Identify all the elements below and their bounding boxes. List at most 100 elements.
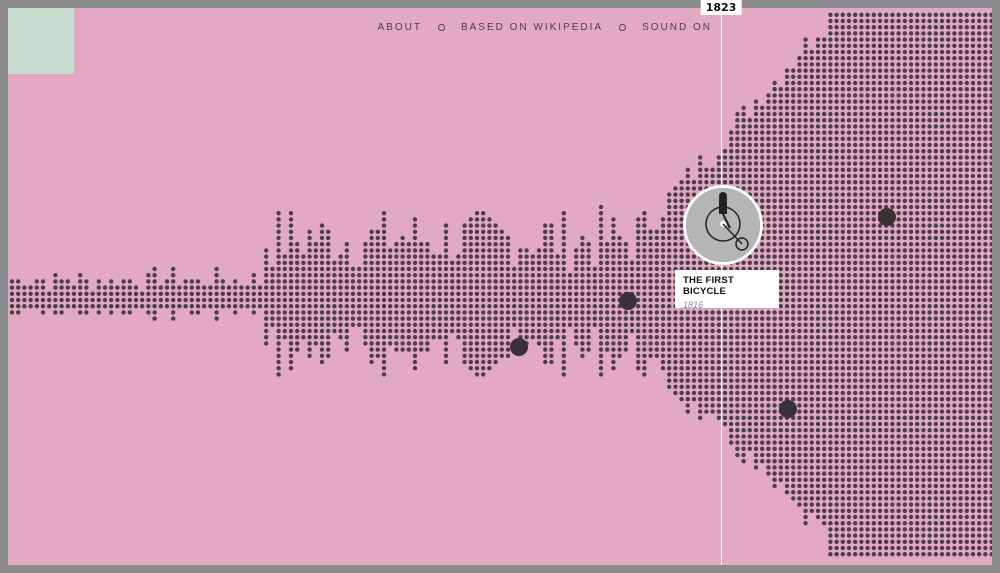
timeline-dot[interactable] (239, 285, 244, 290)
timeline-dot[interactable] (208, 304, 213, 309)
timeline-dot[interactable] (375, 235, 380, 241)
timeline-dot[interactable] (778, 397, 783, 402)
timeline-dot[interactable] (828, 341, 833, 346)
timeline-dot[interactable] (722, 335, 728, 340)
timeline-dot[interactable] (939, 403, 945, 408)
timeline-dot[interactable] (865, 211, 870, 216)
timeline-dot[interactable] (555, 322, 560, 327)
timeline-dot[interactable] (970, 421, 976, 427)
timeline-dot[interactable] (970, 43, 976, 48)
timeline-dot[interactable] (778, 130, 783, 135)
timeline-dot[interactable] (375, 279, 380, 284)
timeline-dot[interactable] (53, 310, 58, 315)
timeline-dot[interactable] (363, 341, 368, 346)
timeline-dot[interactable] (437, 310, 442, 315)
timeline-dot[interactable] (921, 62, 926, 67)
timeline-dot[interactable] (952, 130, 957, 135)
timeline-dot[interactable] (381, 347, 387, 352)
timeline-dot[interactable] (673, 322, 678, 327)
timeline-dot[interactable] (939, 118, 945, 123)
timeline-dot[interactable] (722, 366, 728, 371)
timeline-dot[interactable] (921, 335, 926, 340)
timeline-dot[interactable] (877, 328, 883, 334)
timeline-dot[interactable] (952, 384, 957, 389)
timeline-dot[interactable] (933, 192, 938, 197)
timeline-dot[interactable] (419, 260, 424, 265)
timeline-dot[interactable] (877, 25, 883, 30)
timeline-dot[interactable] (890, 136, 895, 141)
timeline-dot[interactable] (127, 285, 132, 290)
timeline-dot[interactable] (636, 291, 641, 296)
timeline-dot[interactable] (406, 260, 411, 265)
timeline-dot[interactable] (797, 105, 802, 111)
timeline-dot[interactable] (456, 322, 461, 327)
timeline-dot[interactable] (691, 341, 697, 346)
timeline-dot[interactable] (933, 434, 938, 439)
timeline-dot[interactable] (388, 310, 393, 315)
timeline-dot[interactable] (871, 56, 876, 61)
timeline-dot[interactable] (865, 390, 870, 396)
timeline-dot[interactable] (921, 68, 926, 73)
timeline-dot[interactable] (388, 328, 393, 334)
timeline-dot[interactable] (313, 266, 318, 272)
timeline-dot[interactable] (915, 490, 920, 495)
timeline-dot[interactable] (65, 304, 70, 309)
timeline-dot[interactable] (307, 347, 312, 352)
timeline-dot[interactable] (214, 291, 219, 296)
timeline-dot[interactable] (958, 56, 963, 61)
timeline-dot[interactable] (946, 328, 951, 334)
timeline-dot[interactable] (946, 378, 951, 383)
timeline-dot[interactable] (326, 322, 331, 327)
timeline-dot[interactable] (908, 62, 914, 67)
timeline-dot[interactable] (809, 291, 814, 296)
timeline-dot[interactable] (902, 533, 907, 538)
timeline-dot[interactable] (952, 93, 957, 98)
timeline-dot[interactable] (474, 322, 480, 327)
timeline-dot[interactable] (437, 335, 442, 340)
timeline-dot[interactable] (859, 316, 864, 321)
timeline-dot[interactable] (871, 446, 876, 451)
timeline-dot[interactable] (419, 341, 424, 346)
timeline-dot[interactable] (710, 310, 715, 315)
timeline-dot[interactable] (598, 254, 604, 259)
timeline-dot[interactable] (933, 186, 938, 191)
timeline-dot[interactable] (921, 390, 926, 396)
timeline-dot[interactable] (741, 397, 746, 402)
timeline-dot[interactable] (915, 248, 920, 253)
timeline-dot[interactable] (171, 304, 176, 309)
timeline-dot[interactable] (859, 155, 864, 160)
timeline-dot[interactable] (319, 285, 325, 290)
timeline-dot[interactable] (729, 409, 734, 414)
timeline-dot[interactable] (896, 397, 901, 402)
timeline-dot[interactable] (964, 111, 969, 117)
timeline-dot[interactable] (921, 465, 926, 470)
timeline-dot[interactable] (288, 316, 294, 321)
timeline-dot[interactable] (766, 440, 771, 445)
timeline-dot[interactable] (512, 266, 517, 272)
timeline-dot[interactable] (450, 285, 455, 290)
timeline-dot[interactable] (487, 235, 492, 241)
timeline-dot[interactable] (536, 273, 542, 278)
timeline-dot[interactable] (474, 254, 480, 259)
timeline-dot[interactable] (958, 260, 963, 265)
timeline-dot[interactable] (809, 403, 814, 408)
timeline-dot[interactable] (803, 49, 808, 55)
timeline-dot[interactable] (772, 341, 777, 346)
timeline-dot[interactable] (927, 372, 932, 377)
timeline-dot[interactable] (673, 242, 678, 247)
timeline-dot[interactable] (815, 173, 821, 179)
timeline-dot[interactable] (865, 446, 870, 451)
timeline-dot[interactable] (344, 297, 349, 303)
timeline-dot[interactable] (921, 167, 926, 172)
timeline-dot[interactable] (195, 304, 201, 309)
timeline-dot[interactable] (803, 111, 808, 117)
timeline-dot[interactable] (778, 465, 783, 470)
timeline-dot[interactable] (846, 384, 852, 389)
timeline-dot[interactable] (462, 279, 467, 284)
timeline-dot[interactable] (704, 347, 709, 352)
timeline-dot[interactable] (499, 297, 504, 303)
timeline-dot[interactable] (753, 459, 759, 464)
timeline-dot[interactable] (133, 285, 139, 290)
timeline-dot[interactable] (288, 217, 294, 222)
timeline-dot[interactable] (295, 347, 300, 352)
